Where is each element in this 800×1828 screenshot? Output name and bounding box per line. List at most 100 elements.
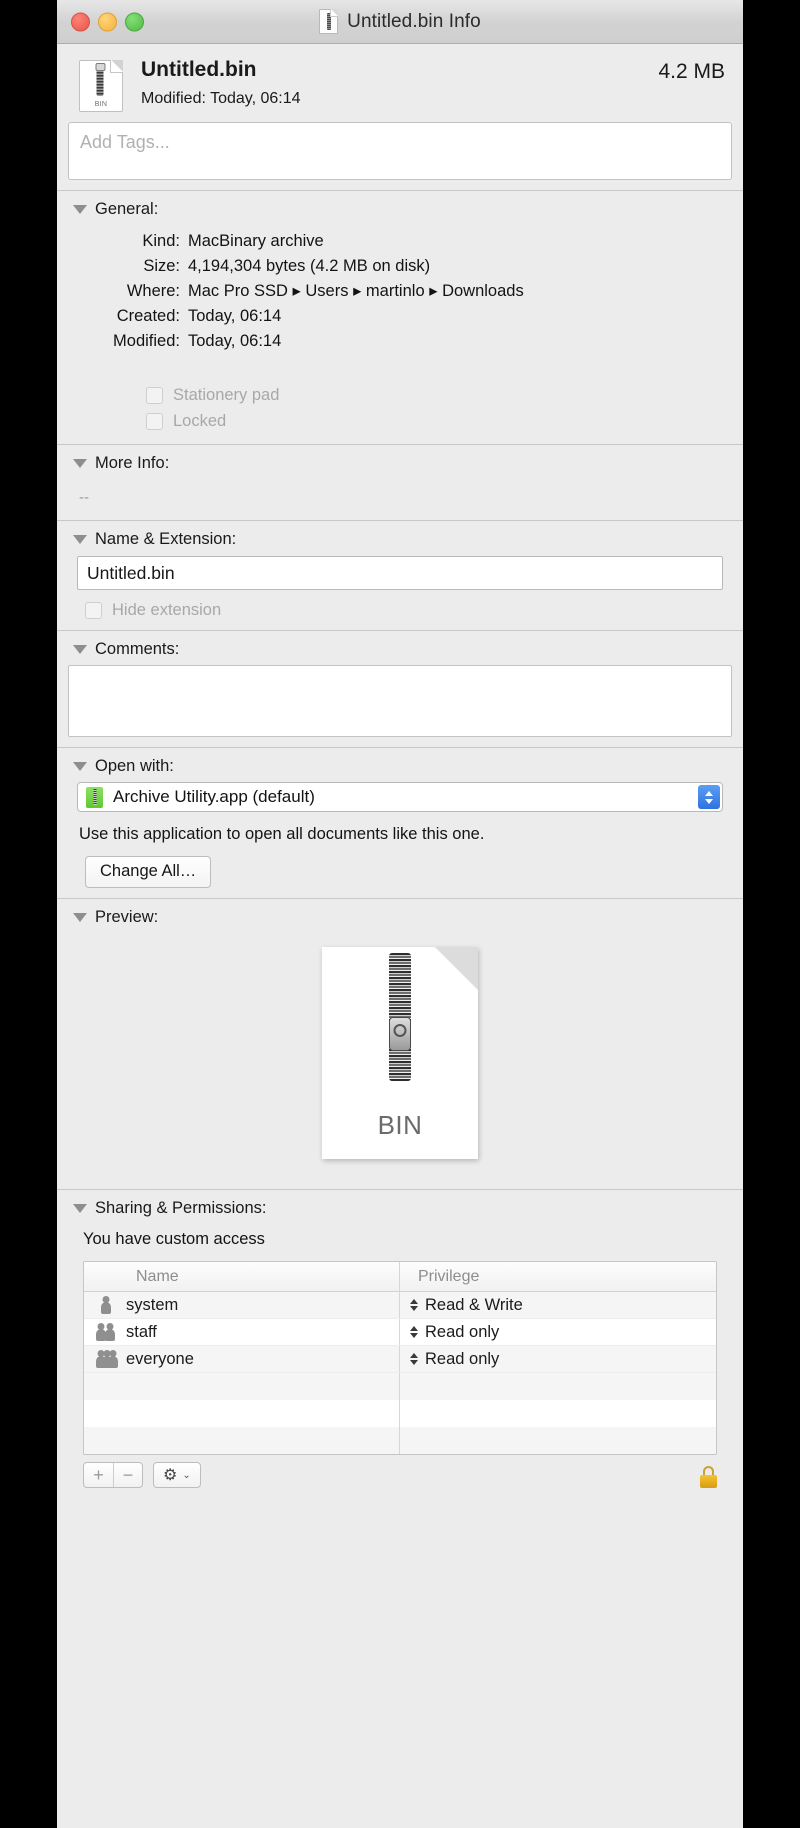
disclosure-triangle-icon[interactable] — [73, 913, 87, 922]
disclosure-triangle-icon[interactable] — [73, 762, 87, 771]
general-rows: Kind: MacBinary archive Size: 4,194,304 … — [57, 223, 743, 354]
permission-name: system — [126, 1295, 179, 1314]
open-with-note: Use this application to open all documen… — [79, 825, 485, 843]
disclosure-triangle-icon[interactable] — [73, 459, 87, 468]
stationery-pad-row[interactable]: Stationery pad — [146, 382, 743, 408]
table-row[interactable]: system Read & Write — [84, 1292, 716, 1319]
general-header[interactable]: General: — [57, 200, 743, 219]
zoom-button[interactable] — [125, 12, 144, 31]
table-row[interactable]: everyone Read only — [84, 1346, 716, 1373]
section-preview: Preview: BIN — [57, 899, 743, 1189]
row-size: Size: 4,194,304 bytes (4.2 MB on disk) — [57, 254, 743, 279]
sharing-header[interactable]: Sharing & Permissions: — [57, 1199, 743, 1218]
table-row[interactable]: staff Read only — [84, 1319, 716, 1346]
close-button[interactable] — [71, 12, 90, 31]
more-info-body: -- — [79, 489, 89, 506]
name-extension-header[interactable]: Name & Extension: — [57, 530, 743, 549]
locked-checkbox[interactable] — [146, 412, 163, 430]
change-all-button[interactable]: Change All… — [85, 856, 212, 888]
size-value: 4,194,304 bytes (4.2 MB on disk) — [188, 257, 431, 275]
stationery-pad-checkbox[interactable] — [146, 386, 163, 404]
gear-icon: ⚙ — [163, 1467, 178, 1484]
more-info-title: More Info: — [95, 454, 170, 472]
permission-privilege-cell[interactable]: Read only — [400, 1346, 716, 1372]
section-more-info: More Info: -- — [57, 445, 743, 520]
permission-privilege-cell[interactable]: Read & Write — [400, 1292, 716, 1318]
add-user-button[interactable]: + — [84, 1463, 113, 1487]
preview-file-label: BIN — [377, 1110, 423, 1140]
table-empty-row — [84, 1427, 716, 1454]
header-modified-label: Modified: — [141, 90, 206, 108]
size-label: Size: — [143, 257, 180, 275]
remove-user-button[interactable]: − — [113, 1463, 142, 1487]
open-with-dropdown[interactable]: Archive Utility.app (default) — [77, 782, 723, 812]
header-modified-value: Today, 06:14 — [210, 90, 301, 108]
add-tags-input[interactable]: Add Tags... — [68, 122, 732, 180]
preview-file-icon: BIN — [322, 947, 478, 1159]
minimize-button[interactable] — [98, 12, 117, 31]
row-where: Where: Mac Pro SSD ▸ Users ▸ martinlo ▸ … — [57, 279, 743, 304]
preview-header[interactable]: Preview: — [57, 908, 743, 927]
created-value: Today, 06:14 — [188, 307, 282, 325]
access-note: You have custom access — [83, 1230, 265, 1248]
permission-privilege-cell[interactable]: Read only — [400, 1319, 716, 1345]
permission-name-cell: staff — [84, 1319, 400, 1345]
permission-privilege: Read only — [425, 1322, 500, 1341]
section-name-extension: Name & Extension: Untitled.bin Hide exte… — [57, 521, 743, 630]
info-header: BIN Untitled.bin Modified: Today, 06:14 … — [57, 44, 743, 120]
row-created: Created: Today, 06:14 — [57, 304, 743, 329]
locked-row[interactable]: Locked — [146, 408, 743, 434]
column-header-privilege: Privilege — [418, 1267, 480, 1285]
window-title: Untitled.bin Info — [347, 10, 481, 32]
archive-utility-icon — [86, 786, 103, 808]
get-info-window: Untitled.bin Info BIN Untitled.bin Modif… — [57, 0, 743, 1828]
disclosure-triangle-icon[interactable] — [73, 205, 87, 214]
hide-extension-checkbox[interactable] — [85, 602, 102, 619]
locked-label: Locked — [173, 411, 227, 430]
chevron-updown-icon[interactable] — [410, 1326, 418, 1338]
section-general: General: Kind: MacBinary archive Size: 4… — [57, 191, 743, 444]
chevron-updown-icon[interactable] — [698, 785, 720, 809]
more-info-header[interactable]: More Info: — [57, 454, 743, 473]
file-name-input[interactable]: Untitled.bin — [77, 556, 723, 590]
where-label: Where: — [126, 282, 180, 300]
created-label: Created: — [116, 307, 180, 325]
comments-header[interactable]: Comments: — [57, 640, 743, 659]
hide-extension-label: Hide extension — [112, 601, 222, 619]
kind-label: Kind: — [142, 232, 180, 250]
table-empty-row — [84, 1400, 716, 1427]
table-empty-row — [84, 1373, 716, 1400]
disclosure-triangle-icon[interactable] — [73, 1204, 87, 1213]
title-bar: Untitled.bin Info — [57, 0, 743, 44]
comments-textarea[interactable] — [68, 665, 732, 737]
row-modified: Modified: Today, 06:14 — [57, 329, 743, 354]
zipper-glyph — [96, 66, 104, 96]
dual-user-icon — [96, 1324, 116, 1341]
chevron-updown-icon[interactable] — [410, 1299, 418, 1311]
file-icon-label: BIN — [94, 101, 108, 108]
header-text-group: Untitled.bin Modified: Today, 06:14 — [141, 58, 301, 108]
action-menu-button[interactable]: ⚙ ⌄ — [153, 1462, 201, 1488]
permissions-table: Name Privilege system Read & Write staff — [83, 1261, 717, 1455]
lock-icon[interactable] — [700, 1466, 717, 1488]
column-header-name: Name — [84, 1262, 400, 1291]
permission-name: everyone — [126, 1349, 194, 1368]
permission-name: staff — [126, 1322, 157, 1341]
preview-area: BIN — [57, 931, 743, 1179]
kind-value: MacBinary archive — [188, 232, 324, 250]
disclosure-triangle-icon[interactable] — [73, 645, 87, 654]
permissions-header-row: Name Privilege — [84, 1262, 716, 1292]
open-with-header[interactable]: Open with: — [57, 757, 743, 776]
traffic-light-group — [71, 12, 144, 31]
preview-title: Preview: — [95, 908, 159, 926]
permission-privilege: Read & Write — [425, 1295, 523, 1314]
chevron-updown-icon[interactable] — [410, 1353, 418, 1365]
document-icon — [319, 9, 339, 34]
permission-name-cell: system — [84, 1292, 400, 1318]
disclosure-triangle-icon[interactable] — [73, 535, 87, 544]
file-icon: BIN — [79, 60, 123, 112]
hide-extension-row[interactable]: Hide extension — [85, 601, 743, 620]
open-with-selected-value: Archive Utility.app (default) — [113, 787, 315, 806]
header-modified: Modified: Today, 06:14 — [141, 90, 301, 108]
file-name-heading: Untitled.bin — [141, 58, 257, 81]
